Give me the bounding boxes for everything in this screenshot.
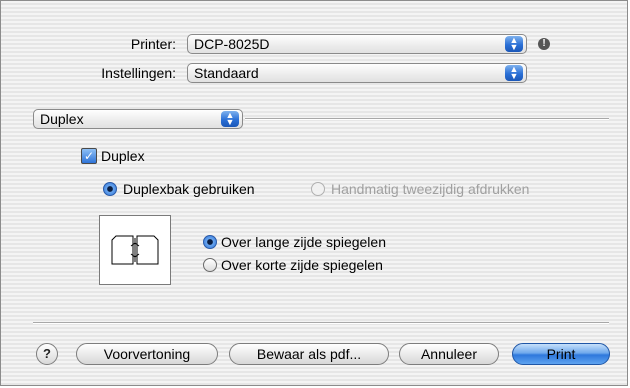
printer-popup[interactable]: DCP-8025D ▲ ▼ [187, 34, 527, 54]
updown-arrows-icon: ▲ ▼ [505, 36, 523, 52]
printer-value: DCP-8025D [194, 36, 270, 52]
panel-popup-value: Duplex [40, 111, 84, 127]
radio-duplex-tray[interactable] [103, 182, 117, 196]
print-button[interactable]: Print [512, 343, 610, 365]
settings-value: Standaard [194, 65, 259, 81]
updown-arrows-icon: ▲ ▼ [221, 111, 239, 127]
radio-long-edge-label: Over lange zijde spiegelen [221, 234, 386, 250]
help-button[interactable]: ? [36, 343, 58, 365]
radio-long-edge[interactable] [203, 235, 217, 249]
duplex-preview-graphic [111, 235, 159, 265]
save-pdf-button[interactable]: Bewaar als pdf... [229, 343, 389, 365]
duplex-checkbox[interactable]: ✓ [81, 148, 97, 164]
radio-duplex-tray-label: Duplexbak gebruiken [123, 181, 255, 197]
settings-popup[interactable]: Standaard ▲ ▼ [187, 63, 527, 83]
panel-divider [245, 118, 609, 120]
settings-label: Instellingen: [101, 65, 176, 81]
long-edge-binding-icon [99, 215, 171, 285]
panel-popup[interactable]: Duplex ▲ ▼ [33, 109, 243, 129]
preview-button[interactable]: Voorvertoning [76, 343, 218, 365]
printer-label: Printer: [130, 36, 176, 52]
duplex-checkbox-label: Duplex [101, 148, 145, 164]
radio-short-edge[interactable] [203, 258, 217, 272]
radio-manual-duplex-label: Handmatig tweezijdig afdrukken [331, 181, 530, 197]
cancel-button[interactable]: Annuleer [399, 343, 499, 365]
footer-divider [33, 322, 609, 324]
radio-short-edge-label: Over korte zijde spiegelen [221, 257, 383, 273]
print-dialog: Printer: DCP-8025D ▲ ▼ ! Instellingen: St… [0, 0, 628, 386]
radio-manual-duplex[interactable] [311, 182, 325, 196]
updown-arrows-icon: ▲ ▼ [505, 65, 523, 81]
exclamation-icon[interactable]: ! [538, 38, 550, 50]
